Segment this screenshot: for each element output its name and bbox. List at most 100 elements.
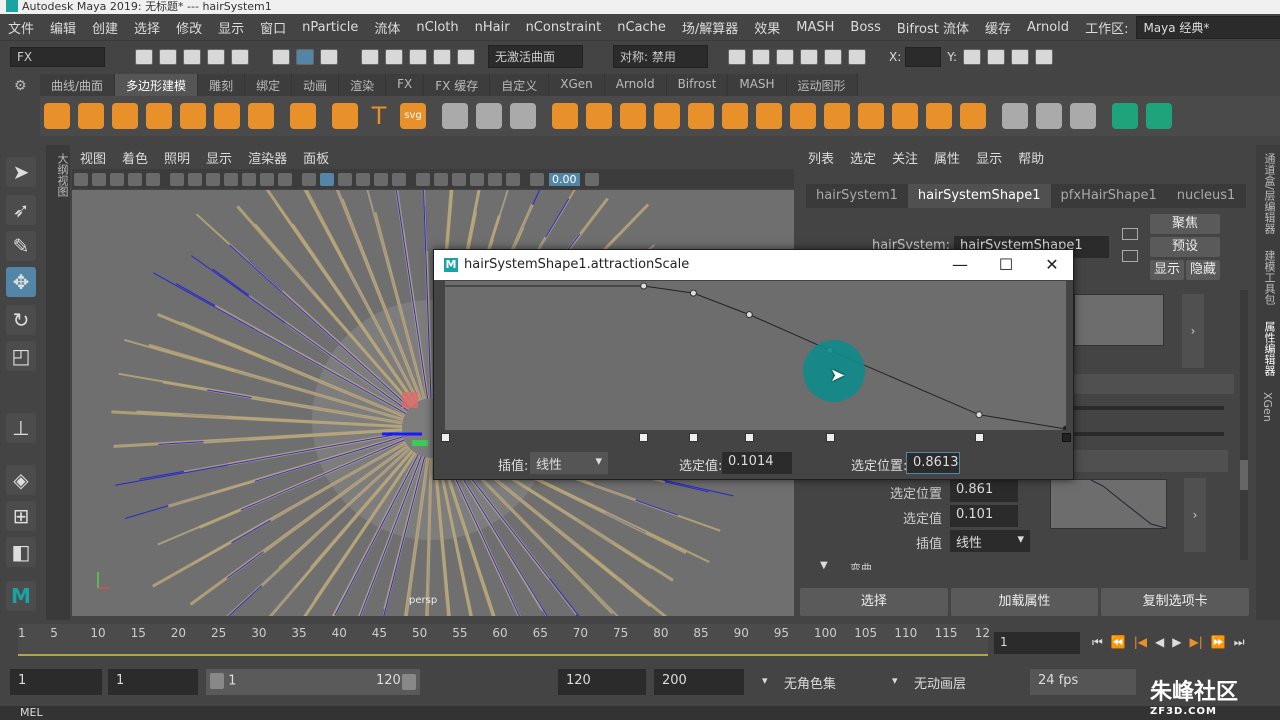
ramp-key-handle[interactable]	[639, 433, 649, 442]
go-to-start-icon[interactable]: ⏮	[1092, 635, 1103, 650]
menu-nparticle[interactable]: nParticle	[294, 20, 366, 35]
step-back-key-icon[interactable]: ⏪	[1111, 635, 1126, 649]
ae-selected-value-field[interactable]: 0.101	[950, 505, 1018, 527]
xray-icon[interactable]	[488, 172, 502, 186]
ae-menu-selected[interactable]: 选定	[842, 148, 884, 167]
copy-tab-button[interactable]: 复制选项卡	[1101, 588, 1250, 616]
target-weld-icon[interactable]	[960, 103, 986, 129]
reduce-icon[interactable]	[722, 103, 748, 129]
current-frame-field[interactable]: 1	[994, 632, 1080, 654]
pause-icon[interactable]	[848, 48, 866, 65]
presets-button[interactable]: 预设	[1150, 237, 1220, 257]
mirror-icon[interactable]	[756, 103, 782, 129]
booleans-icon[interactable]	[654, 103, 680, 129]
move-tool-icon[interactable]: ✥	[6, 267, 36, 297]
step-forward-key-icon[interactable]: ⏩	[1211, 635, 1226, 649]
show-button[interactable]: 显示	[1150, 260, 1184, 280]
menu-bifrost-fluids[interactable]: Bifrost 流体	[889, 18, 977, 37]
shelf-tab-rendering[interactable]: 渲染	[339, 74, 387, 96]
shelf-settings-icon[interactable]: ⚙	[14, 78, 34, 134]
go-to-end-icon[interactable]: ⏭	[1234, 635, 1245, 650]
safe-action-icon[interactable]	[260, 172, 274, 186]
ramp-key-handle[interactable]	[1061, 433, 1071, 442]
ae-menu-list[interactable]: 列表	[800, 148, 842, 167]
shelf-tab-fx[interactable]: FX	[386, 74, 425, 96]
grease-pencil-icon[interactable]	[146, 172, 160, 186]
maya-home-icon[interactable]: M	[6, 581, 36, 611]
symmetry-dropdown[interactable]: 对称: 禁用	[613, 45, 708, 68]
textured-icon[interactable]	[356, 172, 370, 186]
tab-hairsystemshape1[interactable]: hairSystemShape1	[907, 184, 1051, 208]
ae-menu-help[interactable]: 帮助	[1010, 148, 1052, 167]
scale-tool-icon[interactable]: ◰	[6, 341, 36, 371]
type-icon[interactable]: T	[366, 103, 392, 129]
workspace-dropdown[interactable]: Maya 经典*	[1136, 15, 1280, 39]
shelf-tab-poly[interactable]: 多边形建模	[115, 74, 199, 96]
focus-button[interactable]: 聚焦	[1150, 214, 1220, 234]
selected-value-field[interactable]: 0.1014	[722, 452, 792, 474]
plane-icon[interactable]	[214, 103, 240, 129]
snowflake-icon[interactable]	[510, 103, 536, 129]
render-settings-icon[interactable]	[776, 48, 794, 65]
ramp-thumbnail-2[interactable]	[1050, 479, 1167, 529]
layout-icon[interactable]: ◧	[6, 537, 36, 567]
ramp-key-handle[interactable]	[825, 433, 835, 442]
collapse-icon[interactable]	[926, 103, 952, 129]
shelf-tab-sculpt[interactable]: 雕刻	[198, 74, 246, 96]
tab-hairsystem1[interactable]: hairSystem1	[806, 184, 908, 208]
ae-menu-show[interactable]: 显示	[968, 148, 1010, 167]
ipr-render-icon[interactable]	[752, 48, 770, 65]
extrude-icon[interactable]	[858, 103, 884, 129]
ramp-key-handle[interactable]	[441, 433, 450, 442]
motion-blur-icon[interactable]	[434, 172, 448, 186]
menu-fluids[interactable]: 流体	[366, 18, 408, 37]
separate-icon[interactable]	[586, 103, 612, 129]
menu-boss[interactable]: Boss	[842, 20, 888, 35]
attribute-editor-icon[interactable]	[1035, 48, 1054, 65]
menu-file[interactable]: 文件	[0, 18, 42, 37]
safe-title-icon[interactable]	[278, 172, 292, 186]
menu-effects[interactable]: 效果	[746, 18, 788, 37]
menu-set-dropdown[interactable]: FX	[10, 46, 105, 67]
menu-ncache[interactable]: nCache	[609, 20, 674, 35]
isolate-icon[interactable]	[470, 172, 484, 186]
default-material-icon[interactable]	[338, 172, 352, 186]
xray-joints-icon[interactable]	[506, 172, 520, 186]
section-header-1[interactable]	[1074, 374, 1234, 394]
uv-icon[interactable]	[1112, 103, 1138, 129]
play-forward-icon[interactable]: ▶	[1172, 635, 1181, 649]
menu-mash[interactable]: MASH	[788, 20, 842, 35]
sweep-icon[interactable]	[442, 103, 468, 129]
select-button[interactable]: 选择	[800, 588, 948, 616]
side-tab-modeling-toolkit[interactable]: 建模工具包	[1256, 242, 1280, 313]
lasso-tool-icon[interactable]: ➶	[6, 195, 36, 225]
menu-display[interactable]: 显示	[210, 18, 252, 37]
snap-grid-icon[interactable]	[361, 48, 379, 65]
section-label[interactable]: 变曲	[850, 560, 872, 570]
select-tool-icon[interactable]: ➤	[6, 157, 36, 187]
ramp-thumbnail-1[interactable]	[1074, 294, 1164, 346]
camera-icon[interactable]	[74, 172, 88, 186]
ao-icon[interactable]	[416, 172, 430, 186]
tool-settings-icon[interactable]	[987, 48, 1006, 65]
image-plane-icon[interactable]	[128, 172, 142, 186]
channel-box-icon[interactable]	[1011, 48, 1030, 65]
fps-dropdown[interactable]: 24 fps	[1030, 669, 1136, 695]
bevel-icon[interactable]	[824, 103, 850, 129]
smooth-icon[interactable]	[688, 103, 714, 129]
shelf-tab-xgen[interactable]: XGen	[549, 74, 605, 96]
exposure-field[interactable]: 0.00	[549, 172, 580, 186]
shelf-tab-fx-cache[interactable]: FX 缓存	[424, 74, 491, 96]
side-tab-xgen[interactable]: XGen	[1256, 384, 1279, 430]
use-lights-icon[interactable]	[374, 172, 388, 186]
playback-start-field[interactable]: 1	[108, 669, 198, 695]
step-back-frame-icon[interactable]: |◀	[1134, 635, 1147, 649]
snap-live-icon[interactable]	[457, 48, 475, 65]
slider-track-1[interactable]	[1074, 406, 1224, 410]
single-perspective-icon[interactable]: ◈	[6, 465, 36, 495]
ramp-graph[interactable]: ➤	[445, 281, 1070, 433]
svg-icon[interactable]: svg	[400, 103, 426, 129]
collapse-triangle-icon[interactable]: ▼	[820, 560, 834, 571]
vp-menu-view[interactable]: 视图	[72, 148, 114, 167]
menu-create[interactable]: 创建	[84, 18, 126, 37]
